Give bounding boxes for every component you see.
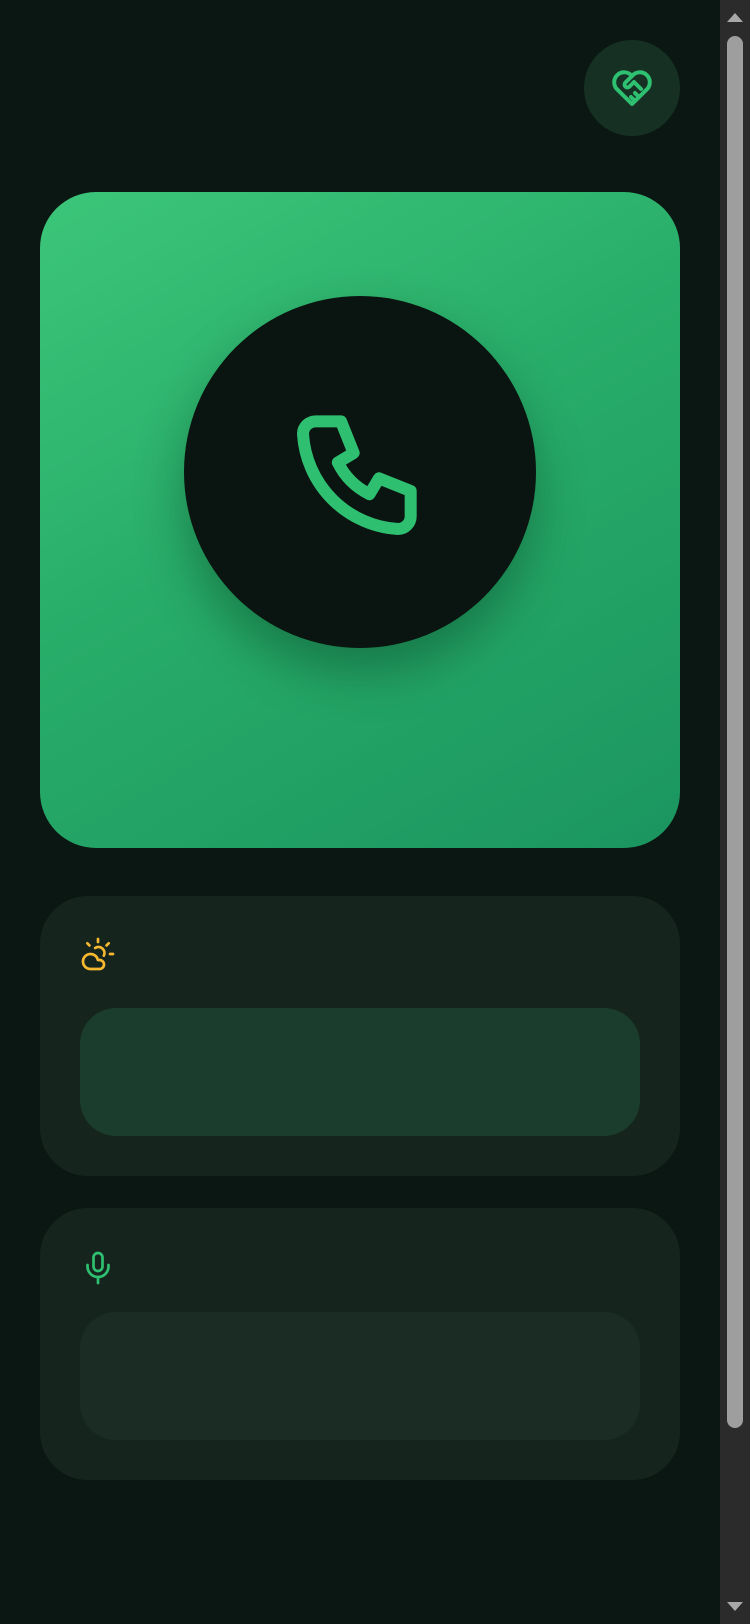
triangle-up-icon: [727, 13, 743, 22]
weather-content-area: [80, 1008, 640, 1136]
app-screen: [0, 0, 720, 1624]
favorite-button[interactable]: [584, 40, 680, 136]
call-button[interactable]: [184, 296, 536, 648]
scroll-thumb[interactable]: [727, 36, 743, 1428]
scrollbar[interactable]: [720, 0, 750, 1624]
voice-panel: [40, 1208, 680, 1480]
triangle-down-icon: [727, 1602, 743, 1611]
heart-handshake-icon: [612, 70, 652, 106]
microphone-icon[interactable]: [80, 1250, 116, 1286]
call-card: [40, 192, 680, 848]
sun-cloud-icon: [81, 937, 115, 971]
phone-icon: [296, 415, 417, 536]
weather-panel: [40, 896, 680, 1176]
voice-content-area: [80, 1312, 640, 1440]
scroll-down-arrow[interactable]: [720, 1592, 750, 1622]
scroll-up-arrow[interactable]: [720, 2, 750, 32]
